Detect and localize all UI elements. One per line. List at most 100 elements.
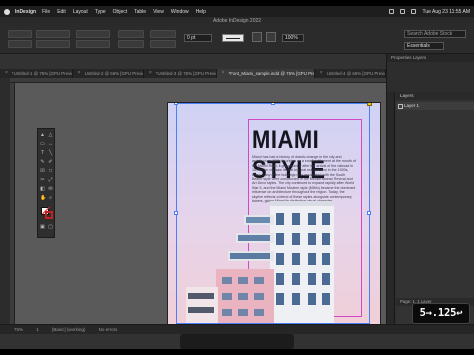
free-transform-tool-icon[interactable]: ⤢ (48, 178, 53, 183)
status-preflight[interactable]: No errors (99, 327, 118, 332)
document-page[interactable]: MIAMI STYLE Miami has had a history of d… (168, 103, 380, 324)
tab-untitled-1[interactable]: × *Untitled-1 @ 75% [GPU Preview] (0, 69, 73, 78)
wh-fields (76, 30, 110, 50)
layers-panel-title[interactable]: Layers (396, 92, 474, 100)
status-zoom[interactable]: 75% (14, 327, 23, 332)
reference-point-group (8, 30, 32, 50)
status-page-number[interactable]: 1 (36, 327, 39, 332)
rectangle-tool-icon[interactable]: □ (48, 169, 53, 174)
opacity-field[interactable]: 100% (282, 34, 304, 42)
left-edge-strip (0, 78, 10, 324)
note-tool-icon[interactable]: ✉ (48, 187, 53, 192)
frame-handle-top-center[interactable] (271, 103, 275, 105)
menu-layout[interactable]: Layout (73, 9, 88, 15)
control-panel: 0 pt 100% Search Adobe Stock Essentials (0, 26, 474, 54)
stock-search-input[interactable]: Search Adobe Stock (404, 30, 466, 38)
rotate-fields (150, 30, 176, 50)
selected-text-frame[interactable] (176, 103, 370, 324)
xy-fields (36, 30, 70, 50)
rotate-field[interactable] (150, 30, 176, 38)
gradient-tool-icon[interactable]: ◧ (40, 187, 45, 192)
vertical-ruler[interactable] (10, 83, 15, 324)
zoom-tool-icon[interactable]: ⌕ (48, 196, 53, 201)
menu-table[interactable]: Table (134, 9, 146, 15)
width-field[interactable] (76, 30, 110, 38)
window-title: Adobe InDesign 2022 (0, 17, 474, 26)
close-icon[interactable]: × (5, 69, 8, 78)
fill-frame-icon[interactable] (252, 32, 262, 42)
menu-file[interactable]: File (42, 9, 50, 15)
fit-content-icon[interactable] (266, 32, 276, 42)
menu-view[interactable]: View (153, 9, 164, 15)
macos-dock[interactable] (180, 334, 294, 349)
selection-tool-icon[interactable]: ▲ (40, 133, 45, 138)
fill-stroke-swatch[interactable] (41, 206, 53, 219)
workspace-switcher[interactable]: Essentials (404, 42, 444, 50)
rectangle-frame-tool-icon[interactable]: ☒ (40, 169, 45, 174)
frame-handle-top-right[interactable] (367, 103, 372, 106)
y-position-field[interactable] (36, 40, 70, 48)
shear-field[interactable] (150, 40, 176, 48)
close-icon[interactable]: × (320, 69, 323, 78)
menubar-clock[interactable]: Tue Aug 23 11:55 AM (422, 9, 470, 15)
pencil-tool-icon[interactable]: ✐ (48, 160, 53, 165)
search-icon[interactable] (411, 9, 417, 14)
pen-tool-icon[interactable]: ✎ (40, 160, 45, 165)
close-icon[interactable]: × (149, 69, 152, 78)
line-tool-icon[interactable]: ╲ (48, 151, 53, 156)
x-position-field[interactable] (36, 30, 70, 38)
horizontal-ruler[interactable] (10, 78, 386, 83)
battery-icon[interactable] (400, 9, 406, 14)
stroke-type-selector[interactable] (222, 34, 244, 42)
preview-mode-icon[interactable]: ▢ (48, 225, 53, 230)
tab-label: *Untitled-3 @ 75% [GPU Preview] (155, 71, 217, 76)
wifi-icon[interactable] (389, 9, 395, 14)
reference-point-control[interactable] (8, 30, 32, 38)
app-window: InDesign File Edit Layout Type Object Ta… (0, 6, 474, 349)
tab-untitled-2[interactable]: × Untitled-2 @ 66% [GPU Preview] (73, 69, 144, 78)
tab-miami-sample[interactable]: ×*Font_Miami_sample.indd @ 75% [GPU Prev… (216, 69, 315, 78)
scissors-tool-icon[interactable]: ✂ (40, 178, 45, 183)
tab-label: Untitled-2 @ 66% [GPU Preview] (84, 71, 144, 76)
tab-label: *Font_Miami_sample.indd @ 75% [GPU Previ… (228, 71, 315, 76)
pasteboard[interactable]: MIAMI STYLE Miami has had a history of d… (10, 78, 386, 324)
hand-tool-icon[interactable]: ✋ (40, 196, 46, 201)
collapsed-panel-strip[interactable] (387, 92, 395, 324)
layers-panel: Layers Layer 1 Page: 1, 1 Layer (396, 92, 474, 324)
close-icon[interactable]: × (78, 69, 81, 78)
menu-bar: InDesign File Edit Layout Type Object Ta… (0, 6, 474, 17)
page-tool-icon[interactable]: ▭ (40, 142, 45, 147)
type-tool-icon[interactable]: T (40, 151, 45, 156)
reference-point-control-2[interactable] (8, 40, 32, 48)
document-tabs: × *Untitled-1 @ 75% [GPU Preview] × Untitl… (0, 69, 386, 78)
menu-type[interactable]: Type (95, 9, 106, 15)
frame-handle-top-left[interactable] (174, 103, 178, 105)
layer-row[interactable]: Layer 1 (396, 102, 474, 110)
menu-object[interactable]: Object (113, 9, 127, 15)
status-profile[interactable]: [Basic] (working) (52, 327, 85, 332)
menu-app-name[interactable]: InDesign (15, 9, 36, 15)
scale-y-field[interactable] (118, 40, 144, 48)
keystroke-overlay: 5→.125↩ (412, 303, 470, 324)
scale-fields (118, 30, 144, 50)
right-panel-dock: Properties Layers Layers Layer 1 Page: 1… (386, 54, 474, 324)
height-field[interactable] (76, 40, 110, 48)
menu-edit[interactable]: Edit (57, 9, 66, 15)
tab-untitled-4[interactable]: × Untitled-4 @ 66% [GPU Preview] (315, 69, 386, 78)
panel-tabs[interactable]: Properties Layers (387, 54, 474, 62)
stroke-swatch[interactable] (45, 211, 53, 219)
frame-handle-mid-left[interactable] (174, 211, 178, 215)
close-icon[interactable]: × (222, 69, 225, 78)
normal-mode-icon[interactable]: ▣ (40, 225, 45, 230)
menu-help[interactable]: Help (196, 9, 206, 15)
tab-untitled-3[interactable]: × *Untitled-3 @ 75% [GPU Preview] (144, 69, 217, 78)
tab-label: Untitled-4 @ 66% [GPU Preview] (326, 71, 386, 76)
frame-handle-mid-right[interactable] (367, 211, 371, 215)
direct-selection-tool-icon[interactable]: △ (48, 133, 53, 138)
tab-label: *Untitled-1 @ 75% [GPU Preview] (11, 71, 73, 76)
menu-window[interactable]: Window (171, 9, 189, 15)
scale-x-field[interactable] (118, 30, 144, 38)
gap-tool-icon[interactable]: ↔ (48, 142, 53, 147)
stroke-weight-field[interactable]: 0 pt (184, 34, 212, 42)
apple-icon[interactable] (4, 8, 10, 15)
